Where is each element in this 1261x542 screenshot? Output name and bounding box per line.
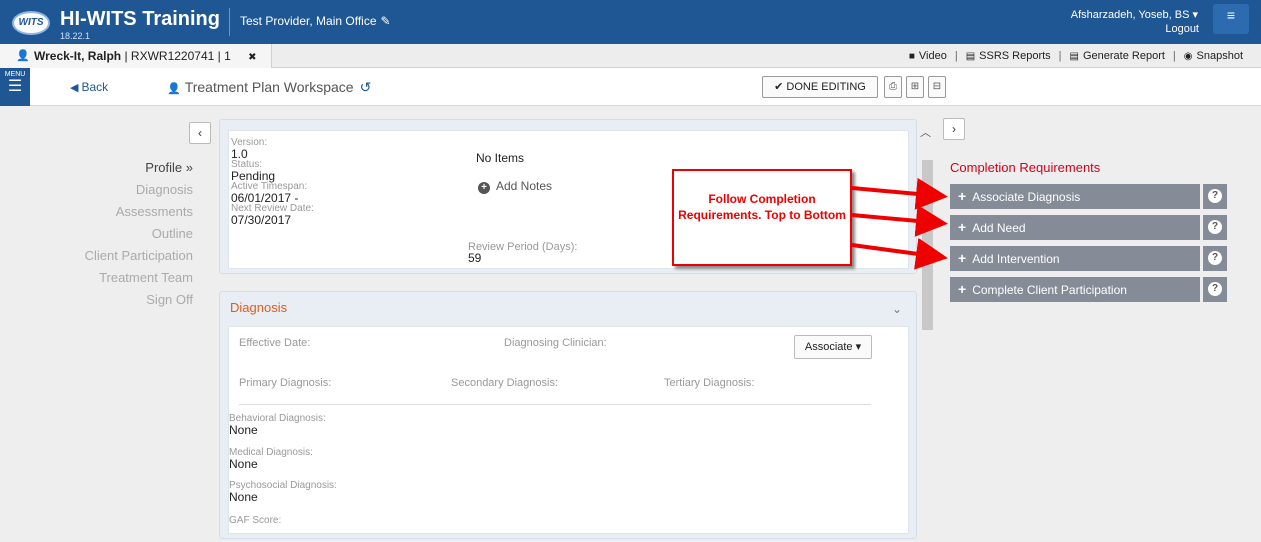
arrow-to-add-need bbox=[851, 204, 948, 237]
annotation-arrows bbox=[851, 177, 948, 270]
arrow-to-associate-diagnosis bbox=[851, 177, 948, 210]
arrow-to-add-intervention bbox=[851, 237, 948, 270]
